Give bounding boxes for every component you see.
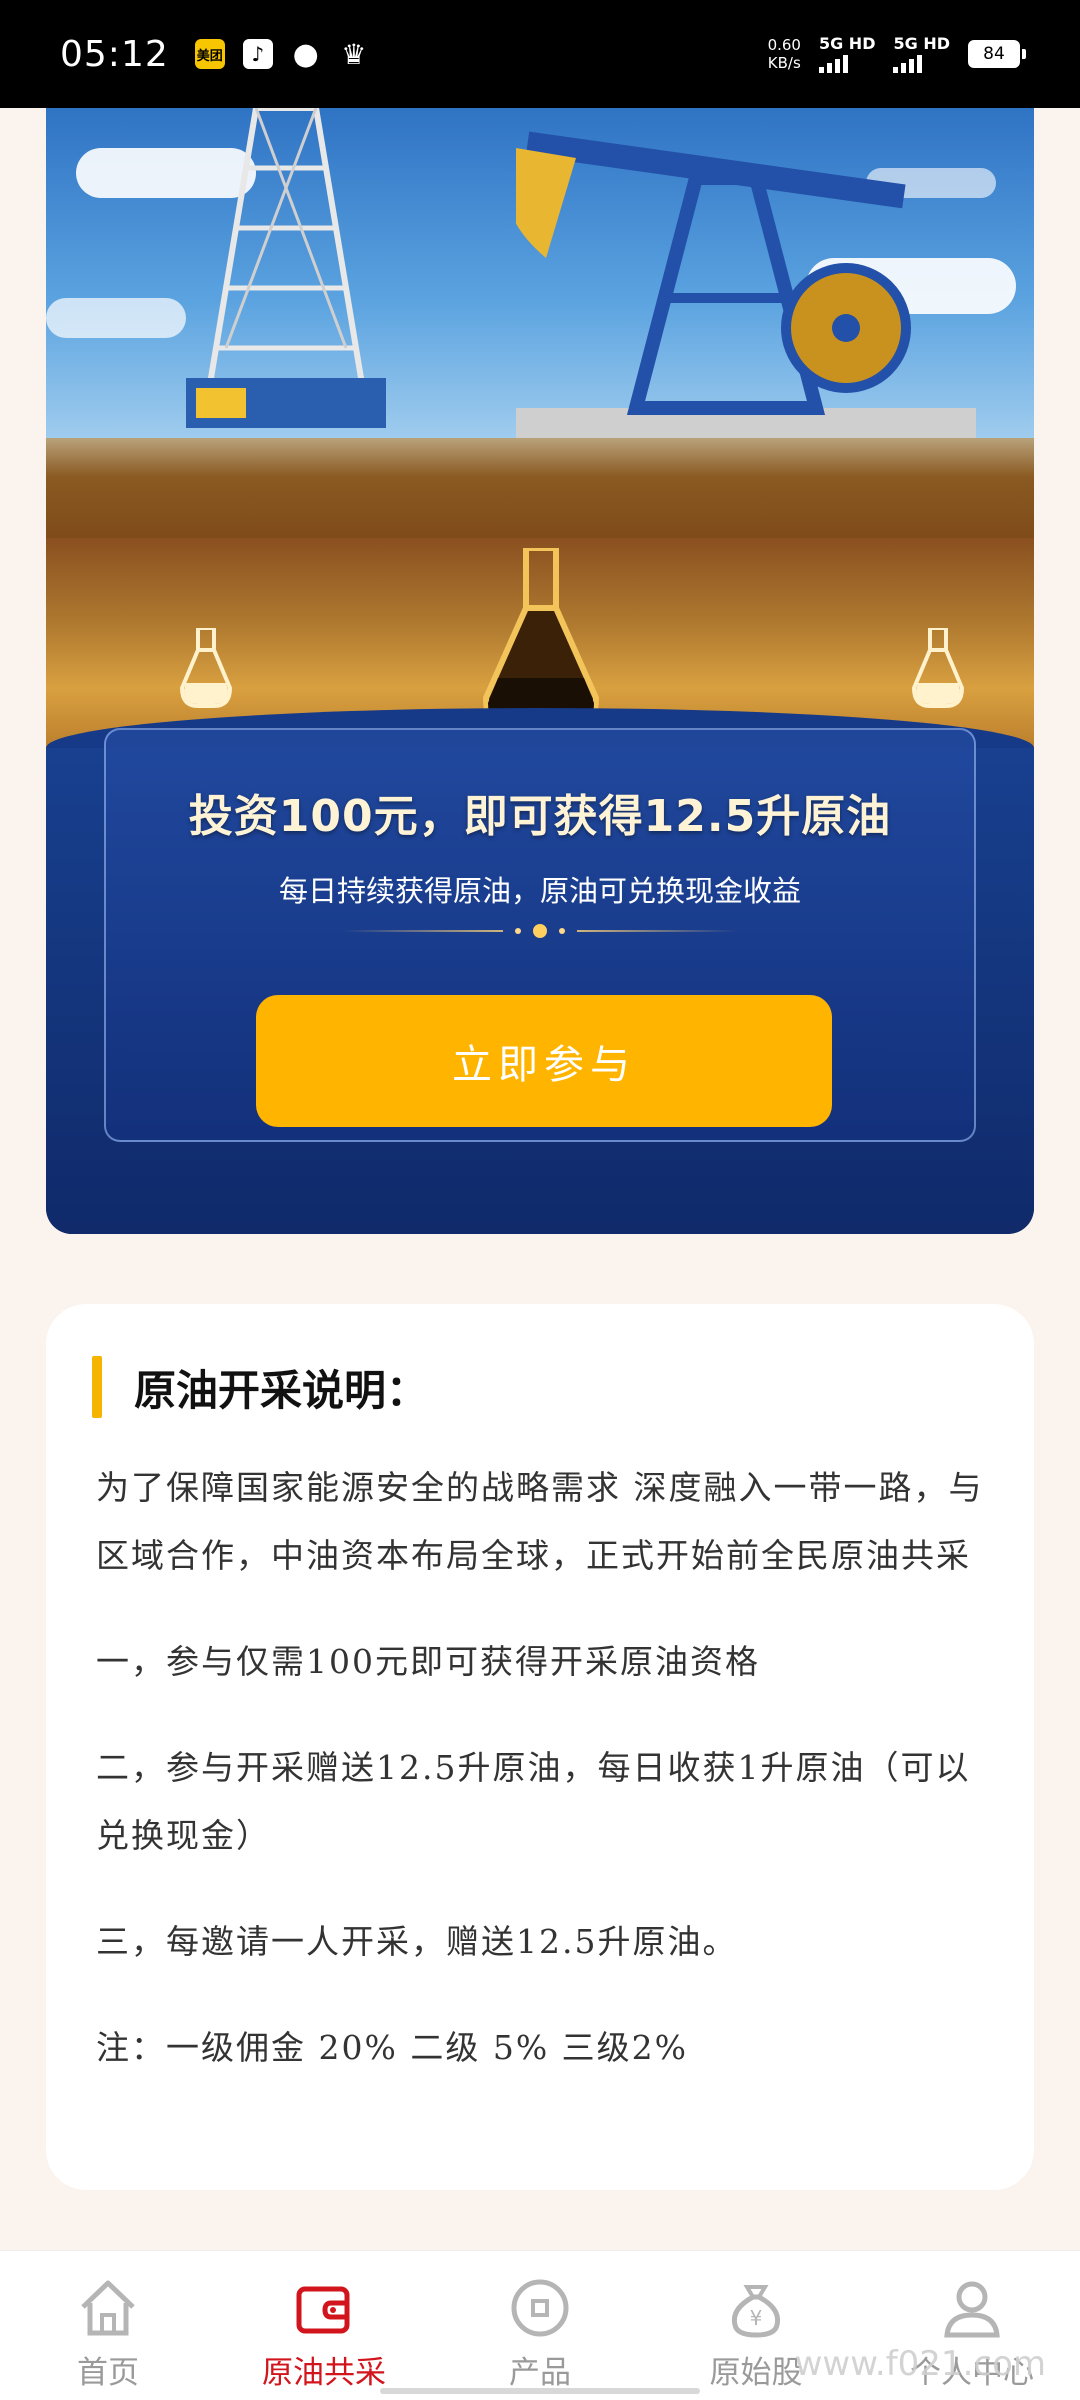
promo-headline: 投资100元，即可获得12.5升原油 bbox=[188, 791, 892, 842]
oil-flask-icon bbox=[179, 628, 233, 708]
network-2: 5G HD bbox=[893, 35, 950, 73]
svg-text:¥: ¥ bbox=[750, 2306, 763, 2330]
status-time: 05:12 bbox=[60, 33, 169, 75]
description-paragraph: 二，参与开采赠送12.5升原油，每日收获1升原油（可以兑换现金） bbox=[96, 1748, 971, 1855]
nav-label: 原油共采 bbox=[262, 2355, 386, 2391]
net-speed-unit: KB/s bbox=[767, 54, 801, 72]
cloud-shape bbox=[46, 298, 186, 338]
tiktok-icon: ♪ bbox=[242, 39, 273, 69]
pager-dot-active bbox=[533, 924, 547, 938]
drilling-rig-illustration bbox=[186, 108, 386, 428]
section-title: 原油开采说明： bbox=[134, 1365, 429, 1415]
coin-icon bbox=[511, 2279, 569, 2337]
network-speed: 0.60 KB/s bbox=[768, 36, 801, 72]
divider-line bbox=[577, 930, 737, 932]
promo-banner: 投资100元，即可获得12.5升原油 每日持续获得原油，原油可兑换现金收益 立即… bbox=[46, 108, 1034, 1234]
divider-line bbox=[343, 930, 503, 932]
section-title-row: 原油开采说明： bbox=[92, 1356, 428, 1418]
description-body: 为了保障国家能源安全的战略需求 深度融入一带一路，与区域合作，中油资本布局全球，… bbox=[96, 1454, 996, 2082]
mining-description-card: 原油开采说明： 为了保障国家能源安全的战略需求 深度融入一带一路，与区域合作，中… bbox=[46, 1304, 1034, 2190]
nav-label: 首页 bbox=[77, 2355, 139, 2391]
signal-bars-icon bbox=[818, 53, 876, 73]
money-bag-icon: ¥ bbox=[731, 2285, 781, 2338]
pager-dot bbox=[559, 928, 565, 934]
network-1: 5G HD bbox=[818, 34, 876, 73]
home-indicator bbox=[380, 2388, 700, 2394]
description-paragraph: 注：一级佣金 20% 二级 5% 三级2% bbox=[96, 2028, 689, 2067]
wallet-icon bbox=[296, 2286, 350, 2334]
description-paragraph: 为了保障国家能源安全的战略需求 深度融入一带一路，与区域合作，中油资本布局全球，… bbox=[96, 1468, 984, 1575]
nav-item-crude-oil[interactable]: 原油共采 bbox=[216, 2251, 432, 2400]
watermark: www.f021.com bbox=[794, 2344, 1046, 2384]
pumpjack-illustration bbox=[516, 131, 976, 448]
battery-icon: 84 bbox=[968, 40, 1026, 68]
oil-flask-icon bbox=[911, 628, 965, 708]
status-bar: 05:12 美团 ♪ ● ♛ 0.60 KB/s 5G HD 5G HD 84 bbox=[0, 0, 1080, 108]
promo-info-box: 投资100元，即可获得12.5升原油 每日持续获得原油，原油可兑换现金收益 立即… bbox=[104, 728, 976, 1142]
join-now-button[interactable]: 立即参与 bbox=[256, 995, 832, 1127]
signal-bars-icon bbox=[893, 53, 950, 73]
promo-subline: 每日持续获得原油，原油可兑换现金收益 bbox=[278, 874, 801, 908]
nav-label: 原始股 bbox=[709, 2355, 803, 2391]
notification-icons: 美团 ♪ ● ♛ bbox=[194, 36, 369, 72]
description-paragraph: 三，每邀请一人开采，赠送12.5升原油。 bbox=[96, 1922, 738, 1961]
nav-label: 产品 bbox=[509, 2355, 571, 2391]
pager-dot bbox=[515, 928, 521, 934]
nav-item-products[interactable]: 产品 bbox=[432, 2251, 648, 2400]
nav-item-home[interactable]: 首页 bbox=[0, 2251, 216, 2400]
title-accent-bar bbox=[92, 1356, 102, 1418]
chat-bubble-icon: ● bbox=[292, 36, 319, 72]
user-icon bbox=[944, 2281, 1000, 2338]
status-right: 0.60 KB/s 5G HD 5G HD 84 bbox=[768, 34, 1026, 73]
crown-icon: ♛ bbox=[341, 37, 367, 71]
pager-dots bbox=[106, 924, 974, 938]
network-1-label: 5G HD bbox=[818, 34, 876, 53]
home-icon bbox=[81, 2280, 135, 2336]
net-speed-value: 0.60 bbox=[767, 36, 801, 54]
network-2-label: 5G HD bbox=[893, 34, 950, 53]
description-paragraph: 一，参与仅需100元即可获得开采原油资格 bbox=[96, 1642, 760, 1681]
meituan-icon: 美团 bbox=[194, 39, 225, 69]
